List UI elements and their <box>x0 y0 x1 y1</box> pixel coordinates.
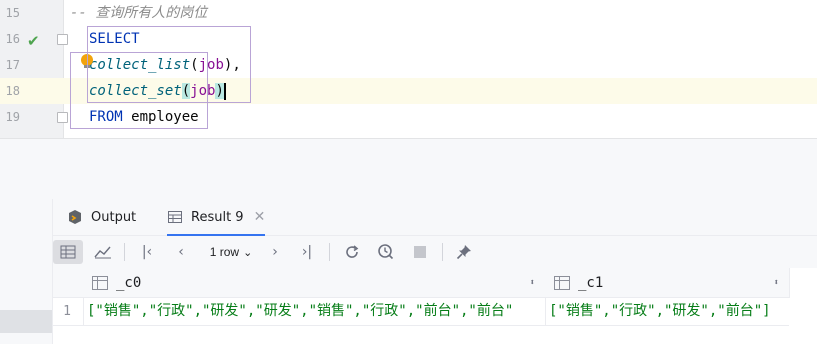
refresh-button[interactable] <box>341 240 363 264</box>
stop-icon <box>414 246 426 258</box>
line-number: 18 <box>5 84 20 98</box>
code-line-18[interactable]: 18 collect_set(job) <box>0 78 817 104</box>
first-page-icon: |‹ <box>141 244 153 260</box>
column-divider <box>83 298 84 325</box>
last-page-icon: ›| <box>301 244 313 260</box>
line-number: 15 <box>5 6 20 20</box>
separator <box>442 243 443 261</box>
column-name: _c1 <box>578 274 604 291</box>
history-clock-icon <box>378 244 394 260</box>
separator <box>124 243 125 261</box>
chevron-down-icon: ⌄ <box>243 245 253 259</box>
tab-output-label: Output <box>91 209 137 225</box>
grid-view-toggle[interactable] <box>53 240 83 264</box>
first-page-button[interactable]: |‹ <box>137 240 157 264</box>
code-text: collect_list(job), <box>89 52 241 78</box>
text-caret <box>223 82 226 100</box>
next-page-button[interactable]: › <box>265 240 285 264</box>
paren-close: ) <box>215 83 224 99</box>
column-header-c0[interactable]: _c0 ⬍ <box>83 268 546 298</box>
function-name: collect_list <box>89 57 191 73</box>
sql-comment: -- 查询所有人的岗位 <box>70 5 208 21</box>
code-line-15[interactable]: 15 -- 查询所有人的岗位 <box>0 0 817 26</box>
line-number: 19 <box>5 110 20 124</box>
table-icon <box>168 211 182 223</box>
previous-page-button[interactable]: ‹ <box>171 240 191 264</box>
column-icon <box>554 275 570 290</box>
table-cell-c1[interactable]: ["销售","行政","研发","前台"] <box>549 298 789 325</box>
paren-open: ( <box>181 83 191 99</box>
last-page-button[interactable]: ›| <box>297 240 317 264</box>
row-count-dropdown[interactable]: 1 row ⌄ <box>203 240 259 264</box>
tab-output[interactable]: Output <box>67 199 136 235</box>
result-grid[interactable]: _c0 ⬍ _c1 ⬍ 1 ["销售","行政","研发","研发","销售",… <box>53 268 817 344</box>
function-name: collect_set <box>89 83 182 99</box>
column-icon <box>92 275 108 290</box>
tab-result-9[interactable]: Result 9 ✕ <box>167 199 266 236</box>
grid-icon <box>60 245 76 259</box>
separator <box>329 243 330 261</box>
paren-open: ( <box>190 57 199 73</box>
code-line-16[interactable]: 16 SELECT <box>0 26 817 52</box>
tab-result-label: Result 9 <box>191 209 244 225</box>
code-text: FROM employee <box>89 104 199 130</box>
code-line-17[interactable]: 17 collect_list(job), <box>0 52 817 78</box>
fold-start-icon[interactable] <box>57 34 68 45</box>
column-divider <box>545 298 546 325</box>
empty-area <box>0 139 817 199</box>
tool-window-tabs: Output Result 9 ✕ <box>53 199 817 236</box>
intention-bulb-icon[interactable] <box>81 54 93 68</box>
code-editor[interactable]: 15 -- 查询所有人的岗位 16 SELECT 17 collect_list… <box>0 0 817 138</box>
run-success-check-icon[interactable]: ✔ <box>27 32 40 50</box>
chart-icon <box>94 246 111 259</box>
comma: , <box>232 57 241 73</box>
fold-end-icon[interactable] <box>57 112 68 123</box>
sort-icon[interactable]: ⬍ <box>530 278 535 288</box>
pin-icon <box>456 245 471 260</box>
chart-view-button[interactable] <box>91 240 115 264</box>
code-line-19[interactable]: 19 FROM employee <box>0 104 817 130</box>
query-history-button[interactable] <box>375 240 397 264</box>
next-page-icon: › <box>272 244 278 260</box>
table-name: employee <box>122 109 199 125</box>
column-ref: job <box>190 83 216 99</box>
output-console-icon <box>69 210 81 224</box>
sort-icon[interactable]: ⬍ <box>774 278 779 288</box>
row-number-header <box>53 268 84 298</box>
row-divider <box>53 325 789 326</box>
row-selection-highlight <box>0 310 52 333</box>
close-icon[interactable]: ✕ <box>254 209 266 225</box>
stop-button[interactable] <box>409 240 431 264</box>
previous-page-icon: ‹ <box>178 244 184 260</box>
pin-tab-button[interactable] <box>453 240 475 264</box>
row-count-label: 1 row <box>209 245 240 259</box>
refresh-icon <box>346 245 359 258</box>
line-number: 17 <box>5 58 20 72</box>
line-number: 16 <box>5 32 20 46</box>
tool-window-stripe <box>0 199 53 344</box>
column-ref: job <box>198 57 224 73</box>
column-header-c1[interactable]: _c1 ⬍ <box>545 268 790 298</box>
sql-keyword-select: SELECT <box>89 31 140 47</box>
table-cell-c0[interactable]: ["销售","行政","研发","研发","销售","行政","前台","前台" <box>87 298 542 325</box>
code-text: collect_set(job) <box>89 78 226 104</box>
column-name: _c0 <box>116 274 142 291</box>
row-number: 1 <box>63 304 71 319</box>
result-toolbar: |‹ ‹ 1 row ⌄ › ›| <box>53 236 817 269</box>
sql-keyword-from: FROM <box>89 109 123 125</box>
